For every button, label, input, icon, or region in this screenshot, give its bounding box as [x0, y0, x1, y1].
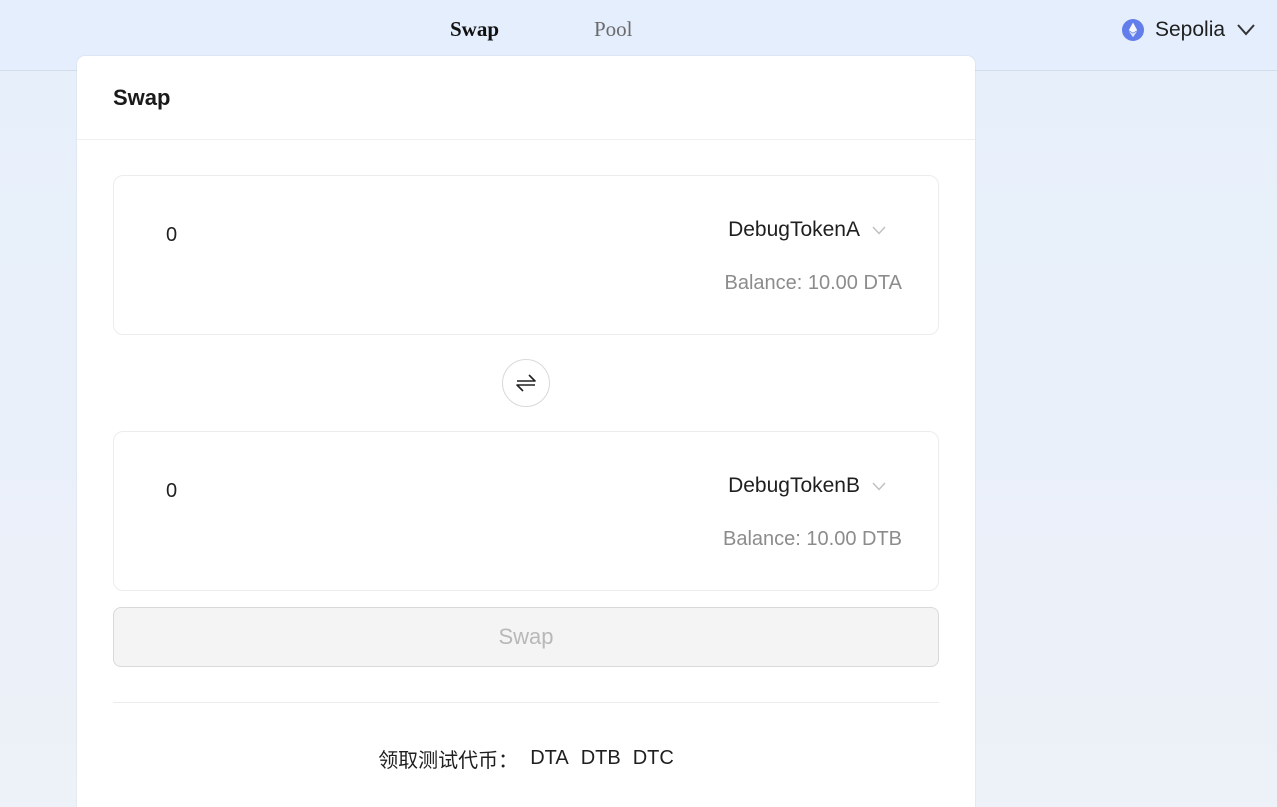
faucet-link-dtb[interactable]: DTB: [581, 747, 621, 770]
network-selector[interactable]: Sepolia: [1122, 15, 1256, 45]
from-amount-input[interactable]: [166, 224, 466, 247]
swap-arrows-icon: [516, 374, 536, 392]
card-title: Swap: [113, 84, 171, 110]
from-token-panel: DebugTokenA Balance: 10.00 DTA: [113, 175, 939, 335]
faucet-link-dtc[interactable]: DTC: [633, 747, 674, 770]
network-label: Sepolia: [1155, 18, 1226, 41]
swap-button[interactable]: Swap: [113, 607, 939, 667]
from-token-name: DebugTokenA: [728, 218, 860, 241]
faucet-label: 领取测试代币：: [378, 750, 519, 772]
card-header: Swap: [77, 56, 975, 140]
ethereum-icon: [1122, 19, 1144, 41]
faucet-row: 领取测试代币： DTA DTB DTC: [77, 744, 975, 773]
to-token-panel: DebugTokenB Balance: 10.00 DTB: [113, 431, 939, 591]
from-token-selector[interactable]: DebugTokenA: [728, 218, 886, 242]
nav-tab-pool[interactable]: Pool: [594, 16, 633, 42]
nav-tab-swap[interactable]: Swap: [450, 16, 499, 42]
chevron-down-icon: [872, 226, 886, 235]
from-balance: Balance: 10.00 DTA: [724, 272, 902, 294]
swap-card: Swap DebugTokenA Balance: 10.00 DTA Debu…: [77, 56, 975, 807]
chevron-down-icon: [872, 482, 886, 491]
to-amount-input[interactable]: [166, 480, 466, 503]
divider: [113, 702, 939, 703]
switch-tokens-button[interactable]: [502, 359, 550, 407]
to-balance: Balance: 10.00 DTB: [723, 528, 902, 550]
to-token-selector[interactable]: DebugTokenB: [728, 474, 886, 498]
faucet-link-dta[interactable]: DTA: [530, 747, 569, 770]
chevron-down-icon: [1237, 24, 1255, 36]
to-token-name: DebugTokenB: [728, 474, 860, 497]
